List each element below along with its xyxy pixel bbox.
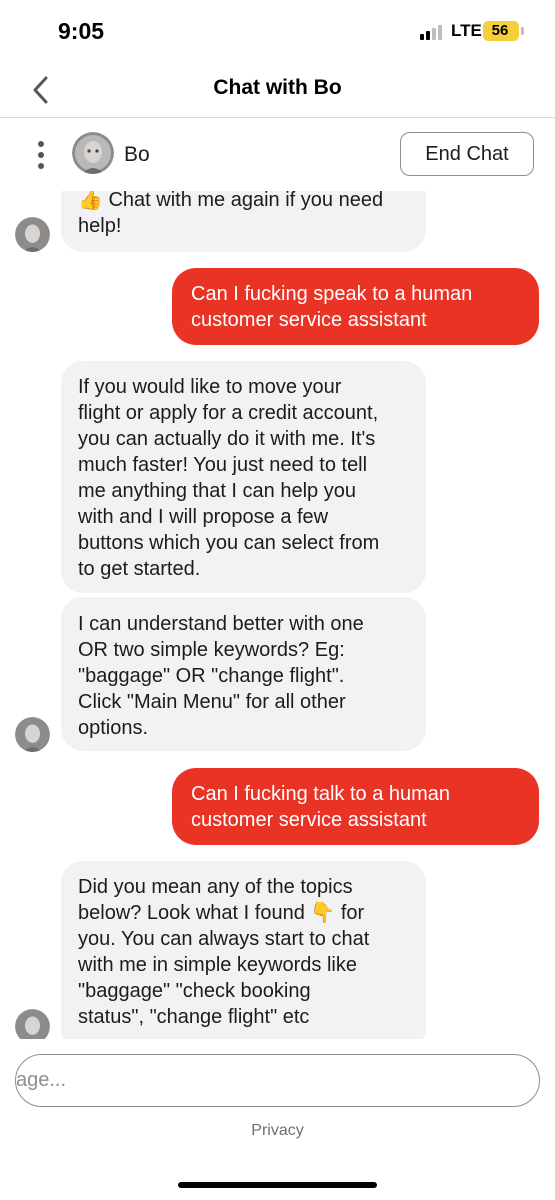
footer bbox=[0, 1158, 555, 1200]
message-line: you can actually do it with me. It's bbox=[78, 428, 376, 450]
message-line: much faster! You just need to tell bbox=[78, 454, 368, 476]
chat-transcript: 👍 Chat with me again if you need help! C… bbox=[0, 191, 555, 1039]
signal-strength-icon bbox=[420, 24, 446, 40]
message-line: Can I fucking talk to a human bbox=[191, 783, 451, 805]
agent-name: Bo bbox=[124, 143, 150, 166]
bot-message: If you would like to move your flight or… bbox=[61, 361, 426, 593]
message-line: If you would like to move your bbox=[78, 376, 342, 398]
message-line: me anything that I can help you bbox=[78, 480, 356, 502]
nav-header: Chat with Bo bbox=[0, 62, 555, 118]
battery-cap bbox=[521, 27, 524, 35]
message-line: Did you mean any of the topics bbox=[78, 876, 353, 898]
privacy-link[interactable]: Privacy bbox=[0, 1122, 555, 1140]
agent-avatar bbox=[72, 132, 114, 174]
message-line: with me in simple keywords like bbox=[78, 954, 357, 976]
message-line: below? Look what I found 👇 for bbox=[78, 902, 365, 924]
status-time: 9:05 bbox=[58, 18, 105, 44]
battery-icon: 56 bbox=[483, 21, 519, 41]
message-line: Can I fucking speak to a human bbox=[191, 283, 473, 305]
home-indicator[interactable] bbox=[178, 1182, 377, 1188]
message-line: options. bbox=[78, 717, 149, 739]
bot-avatar bbox=[15, 717, 50, 752]
message-line: customer service assistant bbox=[191, 309, 427, 331]
bot-avatar bbox=[15, 217, 50, 252]
bot-message: 👍 Chat with me again if you need help! bbox=[61, 191, 426, 252]
page-title: Chat with Bo bbox=[213, 76, 342, 99]
message-line: "baggage" "check booking bbox=[78, 980, 311, 1002]
message-line: customer service assistant bbox=[191, 809, 427, 831]
message-line: you. You can always start to chat bbox=[78, 928, 370, 950]
message-line: buttons which you can select from bbox=[78, 532, 380, 554]
bot-message: Did you mean any of the topics below? Lo… bbox=[61, 861, 426, 1039]
message-input[interactable] bbox=[15, 1054, 540, 1107]
user-message: Can I fucking speak to a human customer … bbox=[172, 268, 539, 345]
message-line: I can understand better with one bbox=[78, 613, 364, 635]
battery-level: 56 bbox=[491, 22, 509, 39]
vertical-dots-icon[interactable] bbox=[34, 141, 48, 171]
message-line: flight or apply for a credit account, bbox=[78, 402, 379, 424]
message-line: help! bbox=[78, 215, 122, 237]
status-bar: 9:05 LTE 56 bbox=[0, 0, 555, 62]
message-line: with and I will propose a few bbox=[78, 506, 329, 528]
end-chat-button[interactable]: End Chat bbox=[400, 132, 534, 176]
network-type: LTE bbox=[451, 21, 482, 40]
user-message: Can I fucking talk to a human customer s… bbox=[172, 768, 539, 845]
bot-avatar bbox=[15, 1009, 50, 1039]
message-line: to get started. bbox=[78, 558, 201, 580]
message-line: 👍 Chat with me again if you need bbox=[78, 191, 384, 211]
message-line: Click "Main Menu" for all other bbox=[78, 691, 346, 713]
message-line: OR two simple keywords? Eg: bbox=[78, 639, 345, 661]
agent-bar: Bo End Chat bbox=[0, 119, 555, 191]
bot-message: I can understand better with one OR two … bbox=[61, 597, 426, 751]
message-line: "baggage" OR "change flight". bbox=[78, 665, 345, 687]
message-line: status", "change flight" etc bbox=[78, 1006, 310, 1028]
